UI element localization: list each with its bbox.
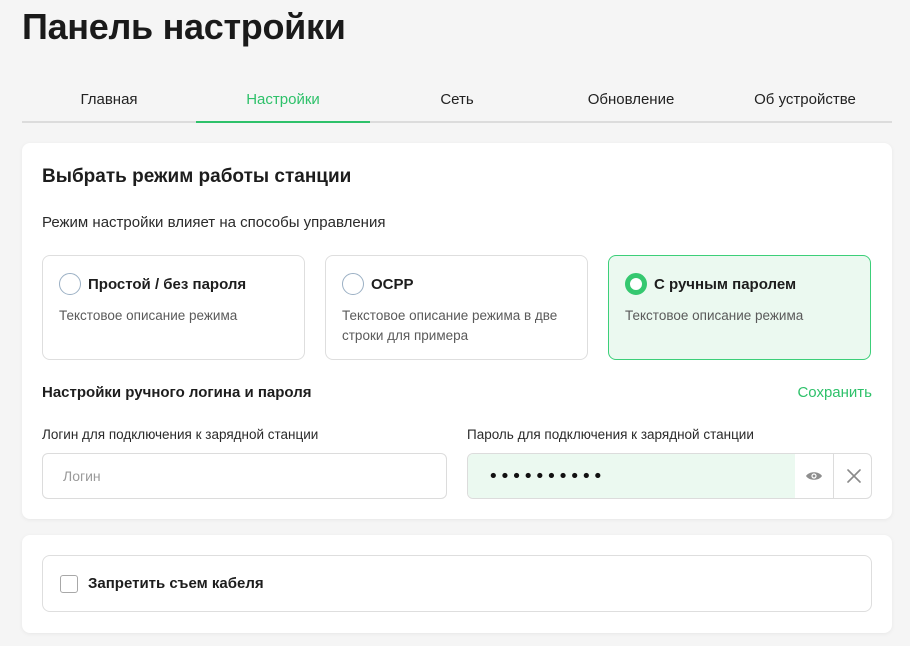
password-field-label: Пароль для подключения к зарядной станци… (467, 427, 754, 442)
cable-lock-checkbox[interactable] (60, 575, 78, 593)
mode-option-label: С ручным паролем (654, 276, 797, 293)
cable-lock-option[interactable]: Запретить съем кабеля (42, 555, 872, 612)
mode-section-title: Выбрать режим работы станции (42, 166, 352, 187)
cable-lock-label: Запретить съем кабеля (88, 575, 264, 592)
save-button[interactable]: Сохранить (797, 384, 872, 401)
show-password-button[interactable] (795, 454, 833, 498)
cable-settings-card: Запретить съем кабеля (22, 535, 892, 633)
mode-option-description: Текстовое описание режима (625, 308, 804, 323)
tab-home[interactable]: Главная (22, 78, 196, 121)
tab-settings[interactable]: Настройки (196, 78, 370, 123)
manual-credentials-title: Настройки ручного логина и пароля (42, 384, 312, 401)
mode-option-label: OCPP (371, 276, 414, 293)
tab-bar: Главная Настройки Сеть Обновление Об уст… (22, 78, 892, 123)
mode-settings-card: Выбрать режим работы станции Режим настр… (22, 143, 892, 519)
mode-option-simple[interactable]: Простой / без пароля Текстовое описание … (42, 255, 305, 360)
radio-simple[interactable] (59, 273, 81, 295)
tab-about-device[interactable]: Об устройстве (718, 78, 892, 121)
mode-option-description: Текстовое описание режима в две строки д… (342, 308, 558, 343)
login-field-label: Логин для подключения к зарядной станции (42, 427, 319, 442)
radio-ocpp[interactable] (342, 273, 364, 295)
password-input[interactable] (468, 454, 795, 498)
login-input[interactable] (42, 453, 447, 499)
radio-manual-password[interactable] (625, 273, 647, 295)
close-icon (846, 469, 861, 483)
page-title: Панель настройки (22, 6, 346, 47)
clear-password-button[interactable] (833, 454, 871, 498)
password-field (467, 453, 872, 499)
tab-update[interactable]: Обновление (544, 78, 718, 121)
tab-network[interactable]: Сеть (370, 78, 544, 121)
mode-option-ocpp[interactable]: OCPP Текстовое описание режима в две стр… (325, 255, 588, 360)
eye-icon (806, 472, 822, 480)
mode-option-manual-password[interactable]: С ручным паролем Текстовое описание режи… (608, 255, 871, 360)
mode-section-subtitle: Режим настройки влияет на способы управл… (42, 214, 386, 231)
mode-option-description: Текстовое описание режима (59, 308, 238, 323)
mode-option-label: Простой / без пароля (88, 276, 247, 293)
